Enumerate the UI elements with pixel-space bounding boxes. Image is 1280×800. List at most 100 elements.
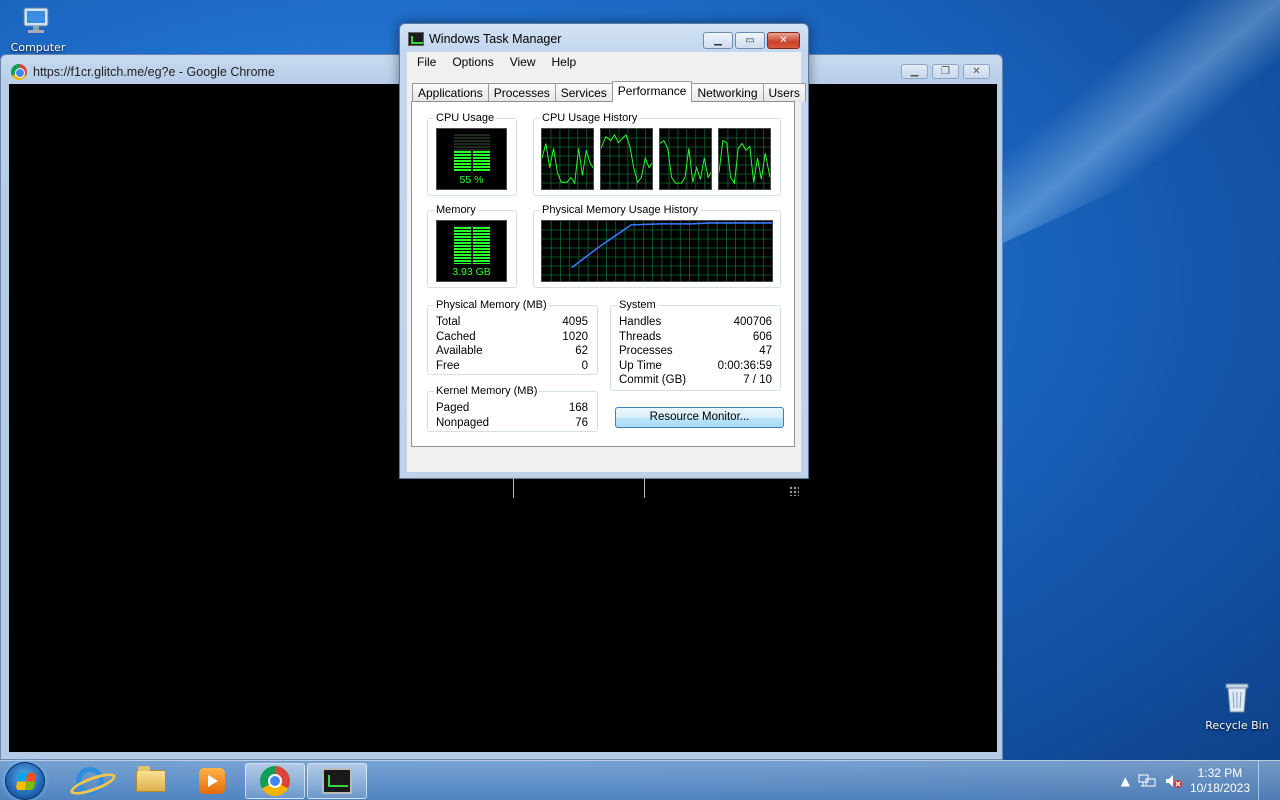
task-manager-window: Windows Task Manager ▁ ▭ ✕ File Options … [399, 23, 809, 498]
menu-help[interactable]: Help [544, 55, 585, 69]
status-processes: Processes: 47 [407, 477, 514, 498]
restore-icon: ❐ [941, 66, 950, 77]
stat-name: Threads [619, 330, 662, 343]
close-button[interactable]: ✕ [767, 32, 800, 49]
cpu-usage-gauge: 55 % [436, 128, 507, 190]
task-manager-window-controls: ▁ ▭ ✕ [703, 32, 800, 49]
cpu-history-graph-core-1 [541, 128, 594, 190]
chrome-icon [11, 64, 27, 80]
stat-row: Cached 1020 [436, 330, 588, 345]
task-manager-icon [408, 32, 424, 46]
stat-value: 0:00:36:59 [717, 359, 772, 372]
taskbar-internet-explorer[interactable] [60, 763, 120, 799]
cpu-usage-value: 55 % [459, 174, 484, 186]
cpu-history-graph-core-3 [659, 128, 712, 190]
memory-history-group: Physical Memory Usage History [533, 204, 781, 288]
cpu-history-label: CPU Usage History [540, 112, 640, 124]
stat-name: Processes [619, 345, 673, 358]
taskbar: ▲ 1:32 PM 10/18/2023 [0, 760, 1280, 800]
taskbar-media-player[interactable] [182, 763, 242, 799]
restore-button[interactable]: ❐ [932, 64, 959, 79]
minimize-button[interactable]: ▁ [901, 64, 928, 79]
taskbar-windows-explorer[interactable] [121, 763, 181, 799]
status-cpu-usage: CPU Usage: 55% [514, 477, 645, 498]
show-desktop-button[interactable] [1258, 761, 1268, 800]
taskbar-clock[interactable]: 1:32 PM 10/18/2023 [1190, 766, 1250, 796]
task-manager-title: Windows Task Manager [429, 32, 562, 46]
internet-explorer-icon [76, 767, 104, 795]
task-manager-titlebar[interactable]: Windows Task Manager [408, 32, 561, 46]
tab-networking[interactable]: Networking [691, 83, 764, 102]
tab-performance[interactable]: Performance [611, 81, 693, 102]
memory-history-graph [541, 220, 773, 282]
tab-services[interactable]: Services [554, 83, 613, 102]
stat-row: Total 4095 [436, 315, 588, 330]
tab-users[interactable]: Users [762, 83, 806, 102]
memory-gauge-fill [454, 227, 490, 264]
cpu-history-group: CPU Usage History [533, 112, 781, 196]
notification-area: ▲ 1:32 PM 10/18/2023 [1121, 761, 1268, 800]
memory-gauge: 3.93 GB [436, 220, 507, 282]
tab-applications[interactable]: Applications [412, 83, 489, 102]
windows-logo-icon [15, 773, 37, 790]
stat-name: Nonpaged [436, 416, 490, 429]
stat-value: 76 [575, 416, 588, 429]
taskbar-task-manager[interactable] [307, 763, 367, 799]
desktop-icon-computer[interactable]: Computer [8, 6, 68, 54]
status-bar: Processes: 47 CPU Usage: 55% Physical Me… [407, 476, 801, 498]
stat-value: 400706 [733, 316, 772, 328]
stat-name: Free [436, 359, 460, 372]
minimize-icon: ▁ [714, 35, 722, 46]
menu-options[interactable]: Options [444, 55, 501, 69]
menu-bar: File Options View Help [407, 52, 801, 72]
memory-history-label: Physical Memory Usage History [540, 204, 700, 216]
stat-value: 62 [575, 345, 588, 358]
performance-panel: CPU Usage 55 % CPU Usage History Memory [411, 101, 795, 447]
cpu-history-graph-core-4 [718, 128, 771, 190]
stat-value: 4095 [562, 316, 588, 328]
resource-monitor-button[interactable]: Resource Monitor... [615, 407, 784, 428]
stat-name: Commit (GB) [619, 374, 687, 387]
task-manager-body: File Options View Help Applications Proc… [407, 52, 806, 498]
close-icon: ✕ [972, 66, 981, 77]
kernel-memory-label: Kernel Memory (MB) [434, 385, 540, 397]
cpu-usage-label: CPU Usage [434, 112, 497, 124]
stat-row: Paged 168 [436, 401, 588, 416]
chrome-icon [260, 766, 290, 796]
close-icon: ✕ [779, 35, 788, 46]
network-icon[interactable] [1138, 773, 1156, 789]
chrome-titlebar[interactable]: https://f1cr.glitch.me/eg?e - Google Chr… [11, 64, 275, 80]
recycle-bin-icon [1225, 683, 1249, 713]
memory-history-trace [571, 222, 772, 269]
show-hidden-icons-icon[interactable]: ▲ [1121, 774, 1130, 788]
system-stats: Handles 400706 Threads 606 Processes 47 Up … [619, 315, 772, 388]
start-button[interactable] [5, 762, 45, 800]
windows-explorer-icon [136, 766, 166, 792]
memory-label: Memory [434, 204, 478, 216]
taskbar-chrome[interactable] [245, 763, 305, 799]
chrome-window-controls: ▁ ❐ ✕ [901, 64, 990, 79]
system-label: System [617, 299, 658, 311]
stat-value: 1020 [562, 330, 588, 343]
volume-muted-icon[interactable] [1164, 773, 1182, 789]
desktop-icon-recycle-bin[interactable]: Recycle Bin [1200, 680, 1274, 732]
clock-time: 1:32 PM [1197, 766, 1243, 780]
cpu-history-trace [601, 133, 652, 184]
stat-value: 168 [568, 402, 588, 414]
stat-row: Free 0 [436, 359, 588, 374]
memory-value: 3.93 GB [452, 266, 491, 278]
stat-name: Handles [619, 316, 662, 328]
maximize-button[interactable]: ▭ [735, 32, 765, 49]
minimize-button[interactable]: ▁ [703, 32, 733, 49]
tab-processes[interactable]: Processes [487, 83, 556, 102]
stat-value: 47 [759, 345, 772, 358]
stat-name: Cached [436, 330, 476, 343]
stat-name: Up Time [619, 359, 662, 372]
stat-value: 0 [581, 359, 588, 372]
resize-grip-icon[interactable] [789, 486, 799, 496]
menu-file[interactable]: File [409, 55, 444, 69]
cpu-gauge-fill [454, 151, 490, 172]
status-physical-memory: Physical Memory: 98% [647, 480, 770, 494]
close-button[interactable]: ✕ [963, 64, 990, 79]
menu-view[interactable]: View [502, 55, 544, 69]
